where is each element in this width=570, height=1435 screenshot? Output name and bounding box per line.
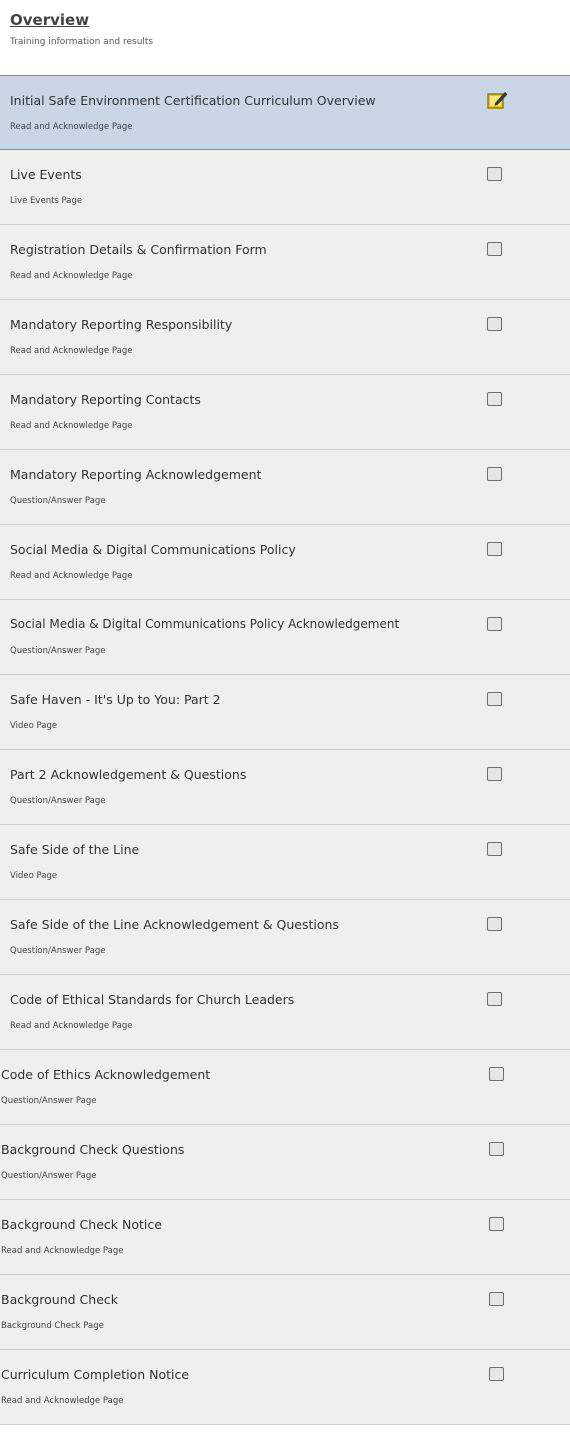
item-type: Read and Acknowledge Page — [1, 1246, 124, 1256]
item-title: Mandatory Reporting Responsibility — [10, 317, 233, 332]
curriculum-item[interactable]: Registration Details & Confirmation Form… — [0, 225, 570, 300]
item-title: Mandatory Reporting Contacts — [10, 392, 201, 407]
status-checkbox[interactable] — [487, 542, 502, 556]
item-title: Background Check Notice — [1, 1217, 162, 1232]
status-checkbox[interactable] — [487, 842, 502, 856]
item-type: Read and Acknowledge Page — [10, 1021, 133, 1031]
overview-header: Overview Training information and result… — [0, 0, 570, 64]
curriculum-item[interactable]: Initial Safe Environment Certification C… — [0, 75, 570, 150]
curriculum-item[interactable]: Code of Ethics Acknowledgement Question/… — [0, 1050, 570, 1125]
status-checkbox[interactable] — [487, 167, 502, 181]
item-title: Mandatory Reporting Acknowledgement — [10, 467, 262, 482]
curriculum-list: Initial Safe Environment Certification C… — [0, 75, 570, 1425]
item-type: Question/Answer Page — [10, 796, 106, 806]
status-checkbox[interactable] — [487, 317, 502, 331]
item-title: Initial Safe Environment Certification C… — [10, 93, 376, 108]
item-title: Safe Haven - It's Up to You: Part 2 — [10, 692, 221, 707]
status-checkbox[interactable] — [487, 242, 502, 256]
status-checkbox[interactable] — [487, 917, 502, 931]
curriculum-item[interactable]: Social Media & Digital Communications Po… — [0, 525, 570, 600]
item-type: Read and Acknowledge Page — [1, 1396, 124, 1406]
curriculum-item[interactable]: Curriculum Completion Notice Read and Ac… — [0, 1350, 570, 1425]
item-title: Background Check — [1, 1292, 118, 1307]
item-type: Question/Answer Page — [1, 1171, 97, 1181]
overview-link[interactable]: Overview — [10, 11, 89, 29]
curriculum-item[interactable]: Mandatory Reporting Contacts Read and Ac… — [0, 375, 570, 450]
status-checkbox[interactable] — [487, 392, 502, 406]
curriculum-item[interactable]: Background Check Notice Read and Acknowl… — [0, 1200, 570, 1275]
edit-icon[interactable] — [487, 90, 509, 110]
item-type: Question/Answer Page — [10, 646, 106, 656]
item-title: Part 2 Acknowledgement & Questions — [10, 767, 247, 782]
item-title: Background Check Questions — [1, 1142, 185, 1157]
curriculum-item[interactable]: Social Media & Digital Communications Po… — [0, 600, 570, 675]
item-type: Question/Answer Page — [1, 1096, 97, 1106]
item-title: Registration Details & Confirmation Form — [10, 242, 267, 257]
status-checkbox[interactable] — [489, 1217, 504, 1231]
item-title: Social Media & Digital Communications Po… — [10, 617, 400, 631]
item-title: Safe Side of the Line Acknowledgement & … — [10, 917, 339, 932]
item-type: Question/Answer Page — [10, 496, 106, 506]
status-checkbox[interactable] — [489, 1142, 504, 1156]
item-type: Read and Acknowledge Page — [10, 571, 133, 581]
status-checkbox[interactable] — [487, 692, 502, 706]
item-type: Live Events Page — [10, 196, 83, 206]
curriculum-item[interactable]: Mandatory Reporting Acknowledgement Ques… — [0, 450, 570, 525]
item-title: Code of Ethical Standards for Church Lea… — [10, 992, 295, 1007]
curriculum-item[interactable]: Safe Haven - It's Up to You: Part 2 Vide… — [0, 675, 570, 750]
item-type: Read and Acknowledge Page — [10, 346, 133, 356]
item-type: Read and Acknowledge Page — [10, 421, 133, 431]
status-checkbox[interactable] — [487, 767, 502, 781]
item-type: Video Page — [10, 871, 58, 881]
overview-subtitle: Training information and results — [10, 37, 154, 47]
curriculum-item[interactable]: Part 2 Acknowledgement & Questions Quest… — [0, 750, 570, 825]
item-type: Video Page — [10, 721, 58, 731]
item-title: Social Media & Digital Communications Po… — [10, 542, 296, 557]
status-checkbox[interactable] — [489, 1067, 504, 1081]
status-checkbox[interactable] — [489, 1292, 504, 1306]
item-title: Live Events — [10, 167, 82, 182]
curriculum-item[interactable]: Background Check Background Check Page — [0, 1275, 570, 1350]
item-title: Safe Side of the Line — [10, 842, 140, 857]
status-checkbox[interactable] — [487, 992, 502, 1006]
curriculum-item[interactable]: Code of Ethical Standards for Church Lea… — [0, 975, 570, 1050]
curriculum-item[interactable]: Live Events Live Events Page — [0, 150, 570, 225]
item-type: Read and Acknowledge Page — [10, 271, 133, 281]
item-type: Read and Acknowledge Page — [10, 122, 133, 132]
status-checkbox[interactable] — [487, 617, 502, 631]
curriculum-item[interactable]: Safe Side of the Line Video Page — [0, 825, 570, 900]
item-title: Curriculum Completion Notice — [1, 1367, 190, 1382]
status-checkbox[interactable] — [489, 1367, 504, 1381]
item-title: Code of Ethics Acknowledgement — [1, 1067, 211, 1082]
curriculum-item[interactable]: Safe Side of the Line Acknowledgement & … — [0, 900, 570, 975]
curriculum-item[interactable]: Background Check Questions Question/Answ… — [0, 1125, 570, 1200]
item-type: Question/Answer Page — [10, 946, 106, 956]
item-type: Background Check Page — [1, 1321, 104, 1331]
status-checkbox[interactable] — [487, 467, 502, 481]
curriculum-item[interactable]: Mandatory Reporting Responsibility Read … — [0, 300, 570, 375]
